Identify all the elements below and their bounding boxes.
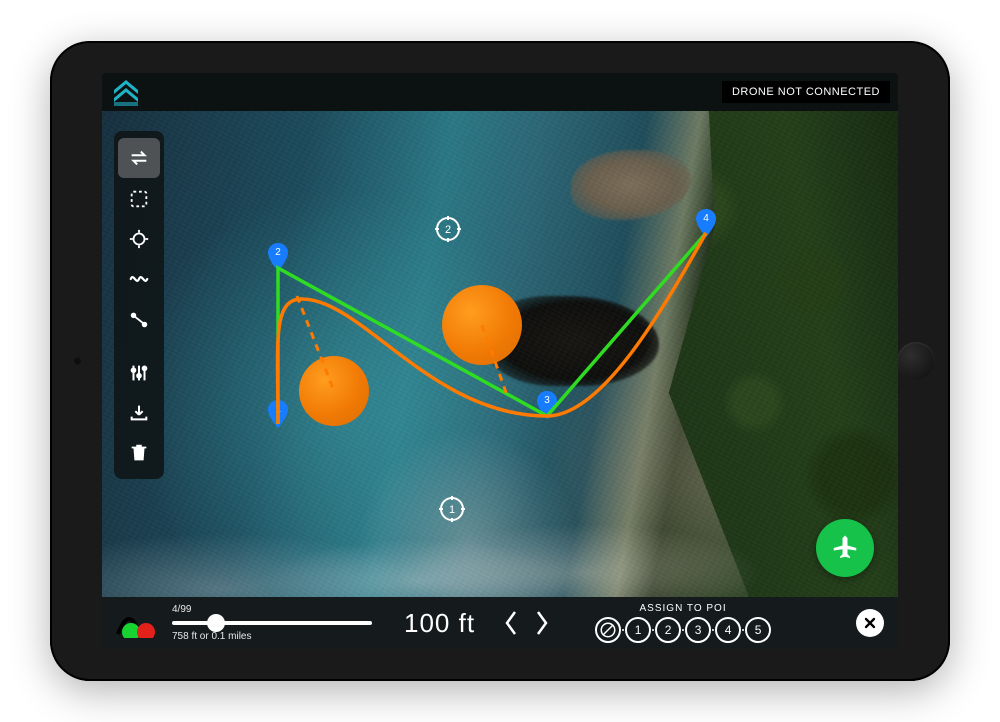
download-button[interactable] — [118, 393, 160, 433]
poi-none-chip[interactable] — [595, 617, 621, 643]
poi-chip[interactable]: 4 — [715, 617, 741, 643]
waypoint-pair-tool-button[interactable] — [118, 299, 160, 339]
poi-chip[interactable]: 5 — [745, 617, 771, 643]
altitude-value: 100 ft — [404, 608, 475, 639]
start-flight-button[interactable] — [816, 519, 874, 577]
center-point-tool-button[interactable] — [118, 219, 160, 259]
swap-tool-button[interactable] — [118, 138, 160, 178]
freehand-tool-button[interactable] — [118, 259, 160, 299]
home-button[interactable] — [897, 342, 935, 380]
slider-thumb[interactable] — [207, 614, 225, 632]
tablet-frame: DRONE NOT CONNECTED — [50, 41, 950, 681]
app-screen: DRONE NOT CONNECTED — [102, 73, 898, 649]
poi-assign-label: ASSIGN TO POI — [640, 603, 727, 614]
flight-path-overlay — [102, 111, 898, 597]
bottom-bar: 4/99 758 ft or 0.1 miles 100 ft ASSIGN T… — [102, 597, 898, 649]
trash-button[interactable] — [118, 433, 160, 473]
settings-sliders-button[interactable] — [118, 353, 160, 393]
top-bar: DRONE NOT CONNECTED — [102, 73, 898, 111]
decrement-button[interactable] — [497, 603, 523, 643]
distance-slider[interactable]: 4/99 758 ft or 0.1 miles — [172, 604, 372, 642]
map-viewport[interactable]: 1 2 3 4 1 2 — [102, 111, 898, 597]
slider-bottom-label: 758 ft or 0.1 miles — [172, 631, 372, 642]
poi-chip[interactable]: 3 — [685, 617, 711, 643]
poi-chip[interactable]: 2 — [655, 617, 681, 643]
select-area-tool-button[interactable] — [118, 179, 160, 219]
close-button[interactable] — [856, 609, 884, 637]
connection-status-badge: DRONE NOT CONNECTED — [722, 81, 890, 103]
app-logo-icon[interactable] — [110, 76, 142, 108]
poi-assign-group: ASSIGN TO POI 1 2 3 4 5 — [595, 603, 771, 643]
path-mode-toggle[interactable] — [116, 608, 162, 638]
poi-chip[interactable]: 1 — [625, 617, 651, 643]
device-camera-dot — [74, 358, 81, 365]
slider-top-label: 4/99 — [172, 604, 372, 615]
value-stepper — [497, 603, 555, 643]
tool-palette — [114, 131, 164, 479]
increment-button[interactable] — [529, 603, 555, 643]
